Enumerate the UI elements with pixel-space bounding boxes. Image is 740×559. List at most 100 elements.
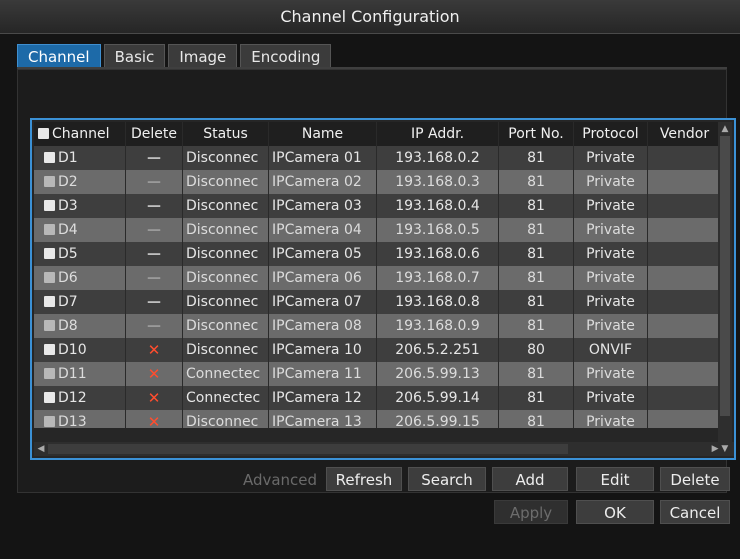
protocol-cell: ONVIF: [574, 338, 648, 362]
status-cell: Disconnec: [183, 170, 269, 194]
ip-cell: 206.5.99.15: [377, 410, 499, 428]
table-row[interactable]: D4 — Disconnec IPCamera 04 193.168.0.5 8…: [34, 218, 722, 242]
protocol-cell: Private: [574, 218, 648, 242]
header-protocol[interactable]: Protocol: [574, 122, 648, 146]
row-channel: D4: [34, 218, 126, 242]
header-ip[interactable]: IP Addr.: [377, 122, 499, 146]
channel-id: D3: [58, 198, 78, 214]
ip-cell: 193.168.0.2: [377, 146, 499, 170]
delete-cell: —: [126, 194, 183, 218]
table-row[interactable]: D3 — Disconnec IPCamera 03 193.168.0.4 8…: [34, 194, 722, 218]
channel-table: Channel Delete Status Name IP Addr. Port…: [30, 118, 736, 460]
row-checkbox[interactable]: [44, 320, 55, 331]
row-channel: D3: [34, 194, 126, 218]
row-checkbox[interactable]: [44, 296, 55, 307]
delete-cell: ✕: [126, 362, 183, 386]
delete-cell: —: [126, 170, 183, 194]
status-cell: Disconnec: [183, 218, 269, 242]
scroll-left-arrow-icon[interactable]: ◀: [34, 442, 48, 456]
table-row[interactable]: D7 — Disconnec IPCamera 07 193.168.0.8 8…: [34, 290, 722, 314]
status-cell: Disconnec: [183, 338, 269, 362]
header-delete[interactable]: Delete: [126, 122, 183, 146]
scroll-up-arrow-icon[interactable]: ▲: [718, 122, 732, 136]
dash-icon: —: [147, 246, 161, 262]
table-row[interactable]: D12 ✕ Connectec IPCamera 12 206.5.99.14 …: [34, 386, 722, 410]
header-port[interactable]: Port No.: [499, 122, 574, 146]
horizontal-scroll-thumb[interactable]: [48, 444, 568, 454]
vendor-cell: [648, 338, 722, 362]
ip-cell: 193.168.0.8: [377, 290, 499, 314]
red-x-icon[interactable]: ✕: [148, 389, 161, 407]
edit-button[interactable]: Edit: [576, 467, 654, 491]
name-cell: IPCamera 06: [269, 266, 377, 290]
ip-cell: 206.5.2.251: [377, 338, 499, 362]
row-checkbox[interactable]: [44, 416, 55, 427]
channel-id: D5: [58, 246, 78, 262]
header-channel-label[interactable]: Channel: [52, 126, 109, 142]
tab-basic[interactable]: Basic: [103, 44, 166, 68]
header-vendor[interactable]: Vendor: [648, 122, 722, 146]
protocol-cell: Private: [574, 290, 648, 314]
apply-button[interactable]: Apply: [494, 500, 568, 524]
delete-button[interactable]: Delete: [660, 467, 730, 491]
row-checkbox[interactable]: [44, 152, 55, 163]
protocol-cell: Private: [574, 410, 648, 428]
row-checkbox[interactable]: [44, 392, 55, 403]
channel-id: D6: [58, 270, 78, 286]
row-channel: D6: [34, 266, 126, 290]
table-row[interactable]: D10 ✕ Disconnec IPCamera 10 206.5.2.251 …: [34, 338, 722, 362]
protocol-cell: Private: [574, 362, 648, 386]
protocol-cell: Private: [574, 194, 648, 218]
row-checkbox[interactable]: [44, 224, 55, 235]
tab-channel[interactable]: Channel: [17, 44, 101, 68]
name-cell: IPCamera 08: [269, 314, 377, 338]
red-x-icon[interactable]: ✕: [148, 413, 161, 428]
table-row[interactable]: D8 — Disconnec IPCamera 08 193.168.0.9 8…: [34, 314, 722, 338]
table-header: Channel Delete Status Name IP Addr. Port…: [34, 122, 722, 146]
horizontal-scrollbar[interactable]: ◀ ▶ ▼: [34, 442, 734, 456]
vertical-scrollbar[interactable]: ▲: [718, 122, 732, 442]
delete-cell: ✕: [126, 386, 183, 410]
scroll-right-arrow-icon[interactable]: ▶ ▼: [706, 442, 734, 456]
table-row[interactable]: D1 — Disconnec IPCamera 01 193.168.0.2 8…: [34, 146, 722, 170]
row-checkbox[interactable]: [44, 368, 55, 379]
row-channel: D11: [34, 362, 126, 386]
ok-button[interactable]: OK: [576, 500, 654, 524]
status-cell: Disconnec: [183, 290, 269, 314]
vertical-scroll-thumb[interactable]: [720, 136, 730, 416]
port-cell: 81: [499, 170, 574, 194]
table-row[interactable]: D11 ✕ Connectec IPCamera 11 206.5.99.13 …: [34, 362, 722, 386]
row-checkbox[interactable]: [44, 248, 55, 259]
vendor-cell: [648, 266, 722, 290]
ip-cell: 193.168.0.9: [377, 314, 499, 338]
table-row[interactable]: D13 ✕ Disconnec IPCamera 13 206.5.99.15 …: [34, 410, 722, 428]
ip-cell: 206.5.99.13: [377, 362, 499, 386]
row-channel: D7: [34, 290, 126, 314]
table-row[interactable]: D5 — Disconnec IPCamera 05 193.168.0.6 8…: [34, 242, 722, 266]
row-checkbox[interactable]: [44, 272, 55, 283]
advanced-button[interactable]: Advanced: [238, 467, 322, 491]
table-row[interactable]: D6 — Disconnec IPCamera 06 193.168.0.7 8…: [34, 266, 722, 290]
header-name[interactable]: Name: [269, 122, 377, 146]
search-button[interactable]: Search: [408, 467, 486, 491]
cancel-button[interactable]: Cancel: [660, 500, 730, 524]
header-status[interactable]: Status: [183, 122, 269, 146]
row-checkbox[interactable]: [44, 344, 55, 355]
tab-image[interactable]: Image: [168, 44, 238, 68]
select-all-checkbox[interactable]: [38, 128, 49, 139]
row-checkbox[interactable]: [44, 200, 55, 211]
name-cell: IPCamera 01: [269, 146, 377, 170]
row-channel: D8: [34, 314, 126, 338]
red-x-icon[interactable]: ✕: [148, 365, 161, 383]
add-button[interactable]: Add: [492, 467, 568, 491]
ip-cell: 193.168.0.5: [377, 218, 499, 242]
channel-id: D11: [58, 366, 87, 382]
row-checkbox[interactable]: [44, 176, 55, 187]
delete-cell: ✕: [126, 410, 183, 428]
tab-encoding[interactable]: Encoding: [240, 44, 332, 68]
protocol-cell: Private: [574, 386, 648, 410]
table-row[interactable]: D2 — Disconnec IPCamera 02 193.168.0.3 8…: [34, 170, 722, 194]
refresh-button[interactable]: Refresh: [326, 467, 402, 491]
red-x-icon[interactable]: ✕: [148, 341, 161, 359]
ip-cell: 193.168.0.6: [377, 242, 499, 266]
